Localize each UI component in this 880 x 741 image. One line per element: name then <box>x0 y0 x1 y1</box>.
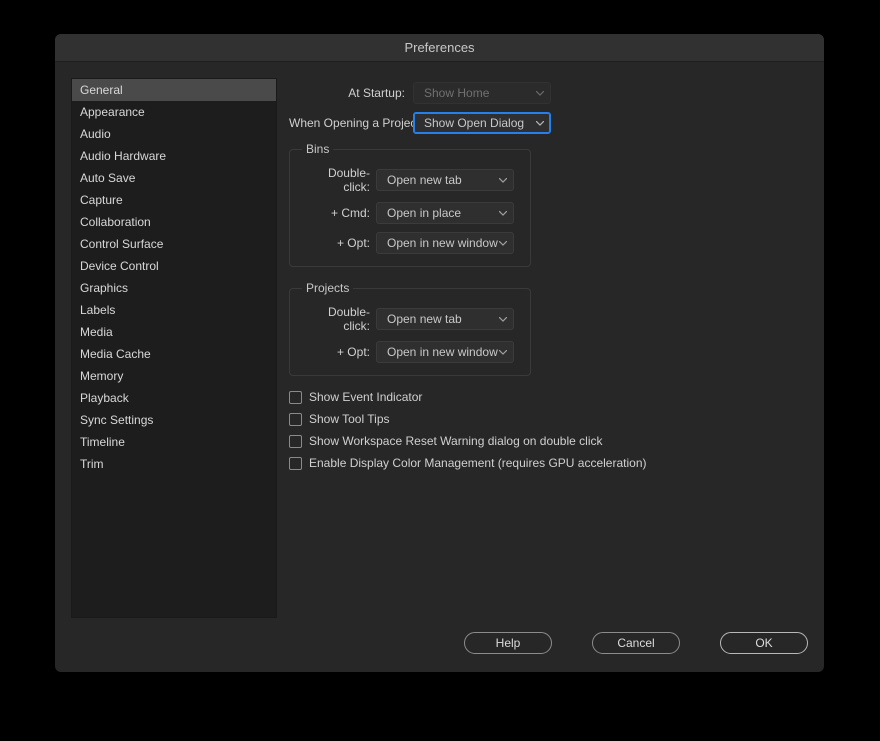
sidebar-item-auto-save[interactable]: Auto Save <box>72 167 276 189</box>
chevron-down-icon <box>499 178 507 183</box>
dropdown-value: Open in new window <box>387 236 498 250</box>
sidebar: General Appearance Audio Audio Hardware … <box>71 78 277 618</box>
row-open-project: When Opening a Project: Show Open Dialog <box>289 112 808 134</box>
sidebar-item-appearance[interactable]: Appearance <box>72 101 276 123</box>
dropdown-projects-opt[interactable]: Open in new window <box>376 341 514 363</box>
row-at-startup: At Startup: Show Home <box>289 82 808 104</box>
titlebar: Preferences <box>55 34 824 62</box>
sidebar-item-collaboration[interactable]: Collaboration <box>72 211 276 233</box>
checkbox-row-workspace-reset[interactable]: Show Workspace Reset Warning dialog on d… <box>289 434 808 448</box>
checkbox-color-mgmt[interactable] <box>289 457 302 470</box>
sidebar-item-audio-hardware[interactable]: Audio Hardware <box>72 145 276 167</box>
checkbox-row-tool-tips[interactable]: Show Tool Tips <box>289 412 808 426</box>
checkbox-workspace-reset[interactable] <box>289 435 302 448</box>
dropdown-value: Show Home <box>424 86 489 100</box>
sidebar-item-trim[interactable]: Trim <box>72 453 276 475</box>
chevron-down-icon <box>499 350 507 355</box>
window-body: General Appearance Audio Audio Hardware … <box>55 62 824 618</box>
chevron-down-icon <box>499 211 507 216</box>
dropdown-value: Open new tab <box>387 173 462 187</box>
row-projects-opt: + Opt: Open in new window <box>302 341 518 363</box>
chevron-down-icon <box>499 317 507 322</box>
sidebar-item-capture[interactable]: Capture <box>72 189 276 211</box>
label-bins-dblclick: Double-click: <box>302 166 376 194</box>
checkbox-event-indicator[interactable] <box>289 391 302 404</box>
checkbox-label: Show Event Indicator <box>309 390 422 404</box>
dropdown-value: Open new tab <box>387 312 462 326</box>
dropdown-bins-cmd[interactable]: Open in place <box>376 202 514 224</box>
dropdown-projects-dblclick[interactable]: Open new tab <box>376 308 514 330</box>
row-bins-opt: + Opt: Open in new window <box>302 232 518 254</box>
sidebar-item-general[interactable]: General <box>72 79 276 101</box>
dropdown-value: Show Open Dialog <box>424 116 524 130</box>
dropdown-value: Open in new window <box>387 345 498 359</box>
sidebar-item-media-cache[interactable]: Media Cache <box>72 343 276 365</box>
label-projects-dblclick: Double-click: <box>302 305 376 333</box>
preferences-window: Preferences General Appearance Audio Aud… <box>55 34 824 672</box>
group-projects: Projects Double-click: Open new tab + Op… <box>289 281 531 376</box>
checkbox-row-color-mgmt[interactable]: Enable Display Color Management (require… <box>289 456 808 470</box>
checkbox-row-event-indicator[interactable]: Show Event Indicator <box>289 390 808 404</box>
dropdown-open-project[interactable]: Show Open Dialog <box>413 112 551 134</box>
sidebar-item-memory[interactable]: Memory <box>72 365 276 387</box>
row-bins-cmd: + Cmd: Open in place <box>302 202 518 224</box>
ok-button[interactable]: OK <box>720 632 808 654</box>
sidebar-item-control-surface[interactable]: Control Surface <box>72 233 276 255</box>
group-bins: Bins Double-click: Open new tab + Cmd: O… <box>289 142 531 267</box>
label-projects-opt: + Opt: <box>302 345 376 359</box>
cancel-button[interactable]: Cancel <box>592 632 680 654</box>
checkbox-label: Enable Display Color Management (require… <box>309 456 647 470</box>
label-open-project: When Opening a Project: <box>289 116 413 130</box>
sidebar-item-media[interactable]: Media <box>72 321 276 343</box>
chevron-down-icon <box>499 241 507 246</box>
dropdown-bins-opt[interactable]: Open in new window <box>376 232 514 254</box>
checkbox-label: Show Workspace Reset Warning dialog on d… <box>309 434 602 448</box>
sidebar-item-audio[interactable]: Audio <box>72 123 276 145</box>
sidebar-item-device-control[interactable]: Device Control <box>72 255 276 277</box>
legend-bins: Bins <box>302 142 333 156</box>
chevron-down-icon <box>536 121 544 126</box>
sidebar-item-labels[interactable]: Labels <box>72 299 276 321</box>
legend-projects: Projects <box>302 281 353 295</box>
help-button[interactable]: Help <box>464 632 552 654</box>
dropdown-at-startup: Show Home <box>413 82 551 104</box>
sidebar-item-timeline[interactable]: Timeline <box>72 431 276 453</box>
dropdown-bins-dblclick[interactable]: Open new tab <box>376 169 514 191</box>
row-bins-dblclick: Double-click: Open new tab <box>302 166 518 194</box>
label-at-startup: At Startup: <box>289 86 413 100</box>
content-pane: At Startup: Show Home When Opening a Pro… <box>289 78 808 618</box>
chevron-down-icon <box>536 91 544 96</box>
checkbox-label: Show Tool Tips <box>309 412 390 426</box>
checkbox-tool-tips[interactable] <box>289 413 302 426</box>
footer: Help Cancel OK <box>55 618 824 672</box>
sidebar-item-graphics[interactable]: Graphics <box>72 277 276 299</box>
row-projects-dblclick: Double-click: Open new tab <box>302 305 518 333</box>
sidebar-item-sync-settings[interactable]: Sync Settings <box>72 409 276 431</box>
sidebar-item-playback[interactable]: Playback <box>72 387 276 409</box>
label-bins-opt: + Opt: <box>302 236 376 250</box>
label-bins-cmd: + Cmd: <box>302 206 376 220</box>
dropdown-value: Open in place <box>387 206 461 220</box>
window-title: Preferences <box>404 40 474 55</box>
